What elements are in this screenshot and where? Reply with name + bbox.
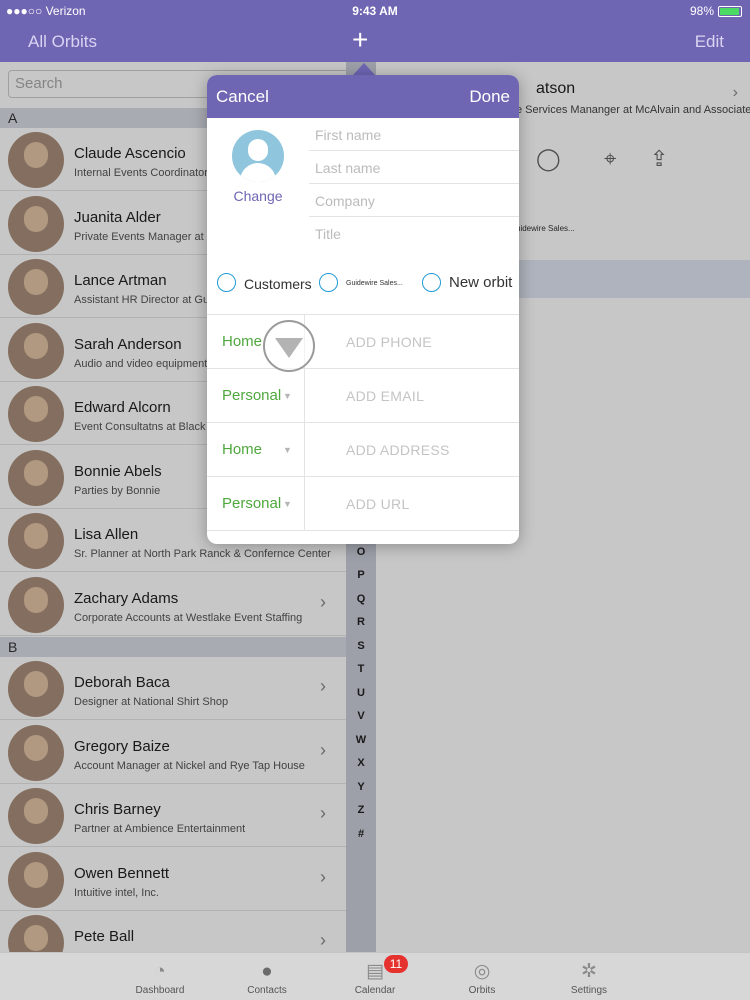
divider (207, 530, 519, 531)
address-type-select[interactable]: Home (222, 441, 262, 458)
calendar-icon: ▤ (366, 961, 384, 982)
add-contact-button[interactable]: + (352, 26, 368, 54)
tab-bar: ◔ Dashboard ● Contacts ▤ Calendar ◎ Orbi… (0, 952, 750, 1000)
battery-percent: 98% (689, 4, 714, 18)
divider (304, 477, 305, 531)
orbit-radio-new[interactable] (422, 273, 441, 292)
orbits-icon: ◎ (473, 961, 491, 982)
orbit-radio-guidewire[interactable] (319, 273, 338, 292)
address-row: Home ▼ ADD ADDRESS (207, 423, 519, 477)
tab-label: Orbits (468, 985, 496, 996)
new-contact-popover: Cancel Done Change First name Last name … (207, 75, 519, 544)
dashboard-icon: ◔ (154, 961, 166, 982)
first-name-field[interactable]: First name (309, 118, 519, 151)
phone-type-select[interactable]: Home (222, 333, 262, 350)
tab-label: Dashboard (135, 985, 185, 996)
change-photo-button[interactable]: Change (207, 188, 309, 204)
top-bar: ●●●○○ Verizon 9:43 AM 98% All Orbits + E… (0, 0, 750, 62)
orbit-radio-customers[interactable] (217, 273, 236, 292)
company-field[interactable]: Company (309, 184, 519, 217)
orbit-options: Customers Guidewire Sales... New orbit (207, 269, 519, 297)
add-url-input[interactable]: ADD URL (346, 496, 410, 512)
tab-orbits[interactable]: ◎ Orbits (437, 953, 527, 996)
orbit-label: Customers (244, 276, 312, 292)
tab-label: Contacts (247, 985, 287, 996)
add-address-input[interactable]: ADD ADDRESS (346, 442, 450, 458)
title-field[interactable]: Title (309, 217, 519, 250)
tab-contacts[interactable]: ● Contacts (222, 953, 312, 996)
edit-button[interactable]: Edit (695, 32, 724, 52)
chevron-down-icon: ▼ (283, 445, 292, 455)
tab-settings[interactable]: ✲ Settings (544, 953, 634, 996)
cancel-button[interactable]: Cancel (216, 87, 269, 107)
add-phone-input[interactable]: ADD PHONE (346, 334, 432, 350)
chevron-down-icon: ▼ (283, 391, 292, 401)
email-type-select[interactable]: Personal (222, 387, 281, 404)
done-button[interactable]: Done (469, 87, 510, 107)
orbit-label: Guidewire Sales... (346, 280, 403, 287)
person-icon (248, 139, 268, 161)
divider (304, 423, 305, 477)
url-type-select[interactable]: Personal (222, 495, 281, 512)
person-body (240, 163, 276, 182)
email-row: Personal ▼ ADD EMAIL (207, 369, 519, 423)
divider (304, 369, 305, 423)
last-name-field[interactable]: Last name (309, 151, 519, 184)
battery-icon (718, 5, 742, 17)
popover-arrow (353, 63, 375, 75)
orbit-label: New orbit (449, 274, 513, 291)
tab-label: Settings (570, 985, 608, 996)
clock: 9:43 AM (352, 4, 398, 18)
tab-dashboard[interactable]: ◔ Dashboard (115, 953, 205, 996)
add-email-input[interactable]: ADD EMAIL (346, 388, 424, 404)
calendar-badge: 11 (384, 955, 408, 973)
chevron-down-icon: ▼ (283, 499, 292, 509)
battery-indicator: 98% (690, 4, 742, 18)
phone-row: Home ADD PHONE (207, 315, 519, 369)
popover-header: Cancel Done (207, 75, 519, 118)
touch-indicator (263, 320, 315, 372)
url-row: Personal ▼ ADD URL (207, 477, 519, 531)
contacts-icon: ● (261, 961, 273, 982)
status-bar: ●●●○○ Verizon 9:43 AM 98% (0, 0, 750, 22)
tab-label: Calendar (354, 985, 396, 996)
contact-photo-placeholder[interactable] (232, 130, 284, 182)
settings-icon: ✲ (581, 961, 597, 982)
all-orbits-button[interactable]: All Orbits (28, 32, 97, 52)
